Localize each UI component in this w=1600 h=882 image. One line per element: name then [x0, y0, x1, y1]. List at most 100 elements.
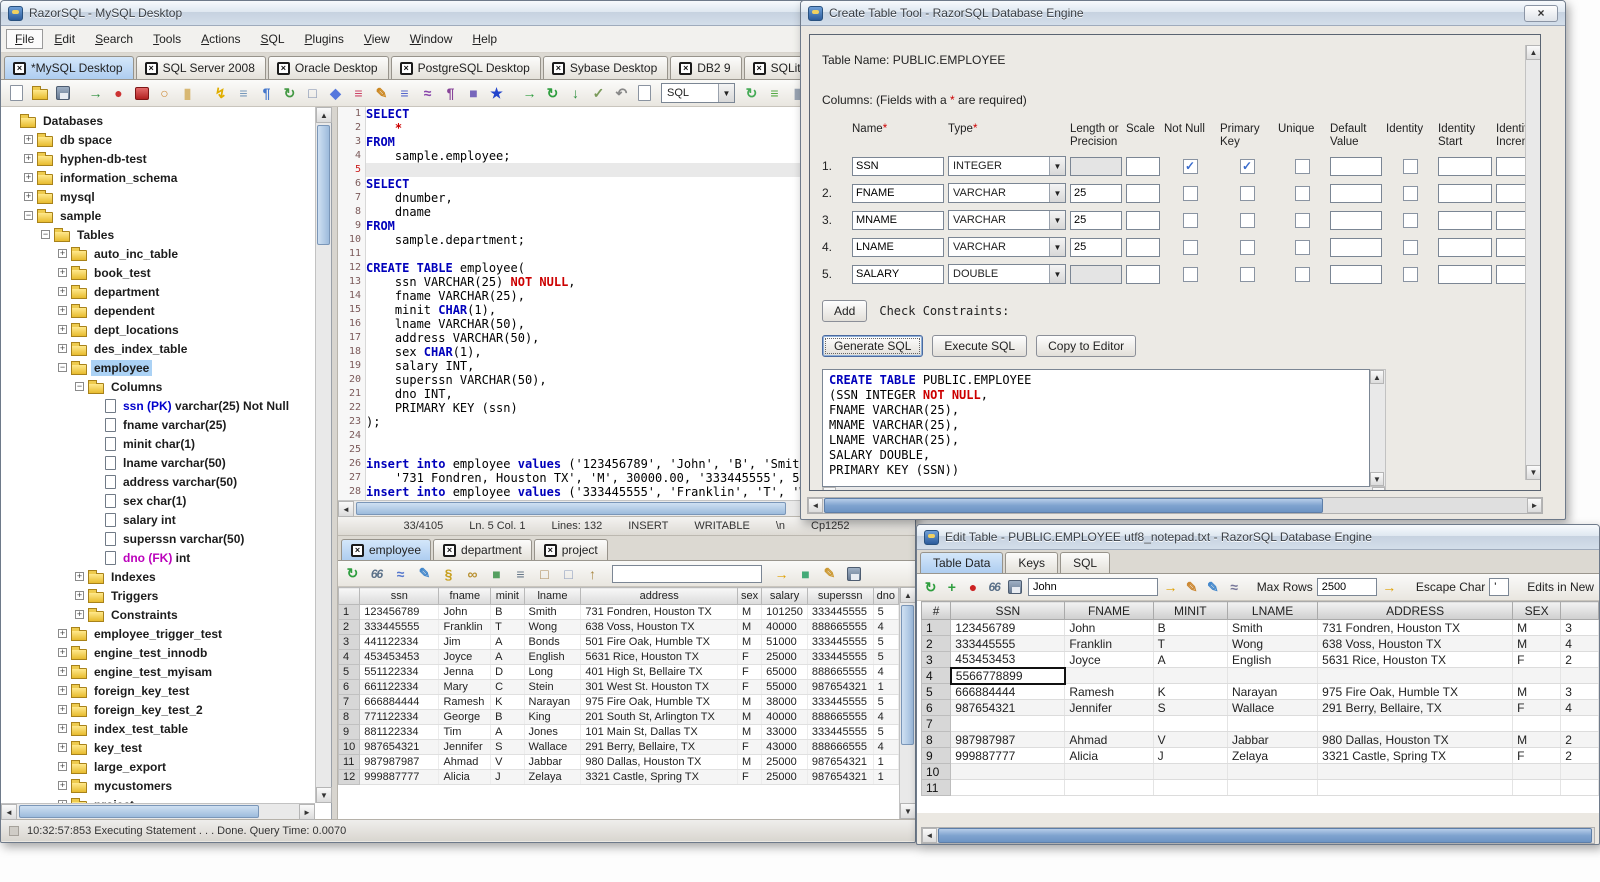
- edit-table-row[interactable]: 8 987987987 Ahmad V Jabbar 980 Dallas, Housto…: [920, 731, 1599, 748]
- edit-column-header-fname[interactable]: FNAME: [1064, 601, 1154, 620]
- connection-tab-sql-server-2008[interactable]: × SQL Server 2008: [135, 56, 266, 79]
- edit-data-cell[interactable]: [950, 763, 1066, 780]
- scroll-up-icon[interactable]: ▲: [316, 107, 332, 123]
- tree-item[interactable]: +project: [3, 795, 315, 803]
- not-null-checkbox[interactable]: [1182, 185, 1198, 201]
- table-row[interactable]: 7 666884444 Ramesh K Narayan 975 Fire Oak, Hu…: [338, 694, 900, 710]
- doc-search-icon[interactable]: ¶: [256, 83, 277, 104]
- data-cell[interactable]: 40000: [761, 619, 808, 635]
- row-search-input[interactable]: [1027, 578, 1158, 596]
- edit-tab-table-data[interactable]: Table Data: [920, 552, 1004, 573]
- tree-item[interactable]: fname varchar(25): [3, 415, 315, 434]
- tree-item[interactable]: + large_export: [3, 757, 315, 776]
- expand-icon[interactable]: +: [75, 610, 84, 619]
- data-cell[interactable]: C: [490, 679, 525, 695]
- edit-data-cell[interactable]: 999887777: [950, 747, 1066, 764]
- scroll-down-icon[interactable]: ▼: [1526, 465, 1540, 480]
- tree-item[interactable]: sex char(1): [3, 491, 315, 510]
- scroll-left-icon[interactable]: ◄: [1, 804, 17, 820]
- edit-data-cell[interactable]: M: [1512, 731, 1562, 748]
- key-icon[interactable]: §: [438, 563, 459, 584]
- row-number-cell[interactable]: 2: [338, 619, 361, 635]
- tree-item[interactable]: lname varchar(50): [3, 453, 315, 472]
- edit-data-cell[interactable]: Zelaya: [1227, 747, 1319, 764]
- row-number-cell[interactable]: 1: [338, 604, 361, 620]
- data-cell[interactable]: A: [490, 634, 525, 650]
- column-header-salary[interactable]: salary: [761, 587, 808, 605]
- save-data-icon[interactable]: [1007, 577, 1024, 598]
- data-cell[interactable]: A: [490, 724, 525, 740]
- unique-checkbox[interactable]: [1294, 212, 1310, 228]
- tree-item[interactable]: + dept_locations: [3, 320, 315, 339]
- menu-edit[interactable]: Edit: [45, 29, 84, 49]
- edit-data-cell[interactable]: 2: [1560, 747, 1599, 764]
- data-cell[interactable]: Tim: [438, 724, 492, 740]
- scroll-up-icon[interactable]: ▲: [1526, 45, 1540, 60]
- data-cell[interactable]: 333445555: [807, 634, 874, 650]
- edit-data-cell[interactable]: A: [1153, 651, 1228, 668]
- data-cell[interactable]: Jones: [524, 724, 582, 740]
- edit-data-cell[interactable]: M: [1512, 619, 1562, 636]
- find-binoculars-icon[interactable]: 66: [986, 577, 1003, 598]
- menu-actions[interactable]: Actions: [192, 29, 249, 49]
- not-null-checkbox[interactable]: [1182, 239, 1198, 255]
- delete-row-icon[interactable]: ●: [964, 577, 981, 598]
- data-cell[interactable]: 333445555: [807, 649, 874, 665]
- edit-pencil-blue-icon[interactable]: ✎: [1204, 577, 1221, 598]
- edit-table-horizontal-scrollbar[interactable]: ◄: [921, 827, 1595, 844]
- edit-sql-icon[interactable]: ✎: [819, 563, 840, 584]
- scroll-up-icon[interactable]: ▲: [1370, 370, 1384, 384]
- log-list-icon[interactable]: ≡: [764, 83, 785, 104]
- edit-data-cell[interactable]: Narayan: [1227, 683, 1319, 700]
- tree-item[interactable]: + auto_inc_table: [3, 244, 315, 263]
- expand-icon[interactable]: +: [24, 173, 33, 182]
- tree-item[interactable]: − Columns: [3, 377, 315, 396]
- collapse-icon[interactable]: −: [75, 382, 84, 391]
- edit-data-cell[interactable]: 2: [1560, 731, 1599, 748]
- edit-data-cell[interactable]: [1227, 763, 1319, 780]
- edit-data-cell[interactable]: 5631 Rice, Houston TX: [1317, 651, 1514, 668]
- edit-data-cell[interactable]: 987654321: [950, 699, 1066, 716]
- edit-data-cell[interactable]: S: [1153, 699, 1228, 716]
- data-cell[interactable]: 38000: [761, 694, 808, 710]
- edit-data-cell[interactable]: [1512, 715, 1562, 732]
- menu-plugins[interactable]: Plugins: [296, 29, 353, 49]
- edit-row-number[interactable]: 6: [920, 699, 952, 716]
- data-cell[interactable]: 987654321: [807, 769, 874, 785]
- data-cell[interactable]: 888665555: [807, 709, 874, 725]
- menu-search[interactable]: Search: [86, 29, 142, 49]
- data-cell[interactable]: 661122334: [359, 679, 440, 695]
- data-cell[interactable]: T: [490, 619, 525, 635]
- identity-checkbox[interactable]: [1402, 266, 1418, 282]
- edit-data-cell[interactable]: [1227, 715, 1319, 732]
- edit-row-number[interactable]: 5: [920, 683, 952, 700]
- data-cell[interactable]: 101 Main St, Dallas TX: [580, 724, 739, 740]
- data-cell[interactable]: Narayan: [524, 694, 582, 710]
- grid-view-icon[interactable]: □: [534, 563, 555, 584]
- identity-checkbox[interactable]: [1402, 212, 1418, 228]
- edit-data-cell[interactable]: [1512, 779, 1562, 796]
- edit-data-cell[interactable]: B: [1153, 619, 1228, 636]
- sql-preview-vertical-scrollbar[interactable]: ▲ ▼: [1370, 369, 1386, 487]
- result-tab-employee[interactable]: × employee: [341, 539, 432, 560]
- edit-data-cell[interactable]: 980 Dallas, Houston TX: [1317, 731, 1514, 748]
- scale-field[interactable]: [1126, 183, 1160, 203]
- execute-icon[interactable]: →: [519, 83, 540, 104]
- tree-item[interactable]: ssn (PK) varchar(25) Not Null: [3, 396, 315, 415]
- go-arrow-icon[interactable]: →: [771, 563, 792, 584]
- scroll-left-icon[interactable]: ◄: [808, 498, 823, 513]
- edit-data-cell[interactable]: English: [1227, 651, 1319, 668]
- chevron-down-icon[interactable]: ▼: [718, 84, 734, 102]
- connection-tab-sybase-desktop[interactable]: × Sybase Desktop: [542, 56, 669, 79]
- collapse-icon[interactable]: −: [41, 230, 50, 239]
- edit-row-number[interactable]: 7: [920, 715, 952, 732]
- data-cell[interactable]: B: [490, 604, 525, 620]
- edit-data-cell[interactable]: Alicia: [1064, 747, 1154, 764]
- data-cell[interactable]: 731 Fondren, Houston TX: [580, 604, 739, 620]
- collapse-icon[interactable]: −: [58, 363, 67, 372]
- connect-icon[interactable]: →: [85, 83, 106, 104]
- edit-data-cell[interactable]: 5566778899: [949, 666, 1066, 685]
- expand-icon[interactable]: +: [58, 268, 67, 277]
- data-cell[interactable]: J: [490, 769, 525, 785]
- tree-item[interactable]: + Triggers: [3, 586, 315, 605]
